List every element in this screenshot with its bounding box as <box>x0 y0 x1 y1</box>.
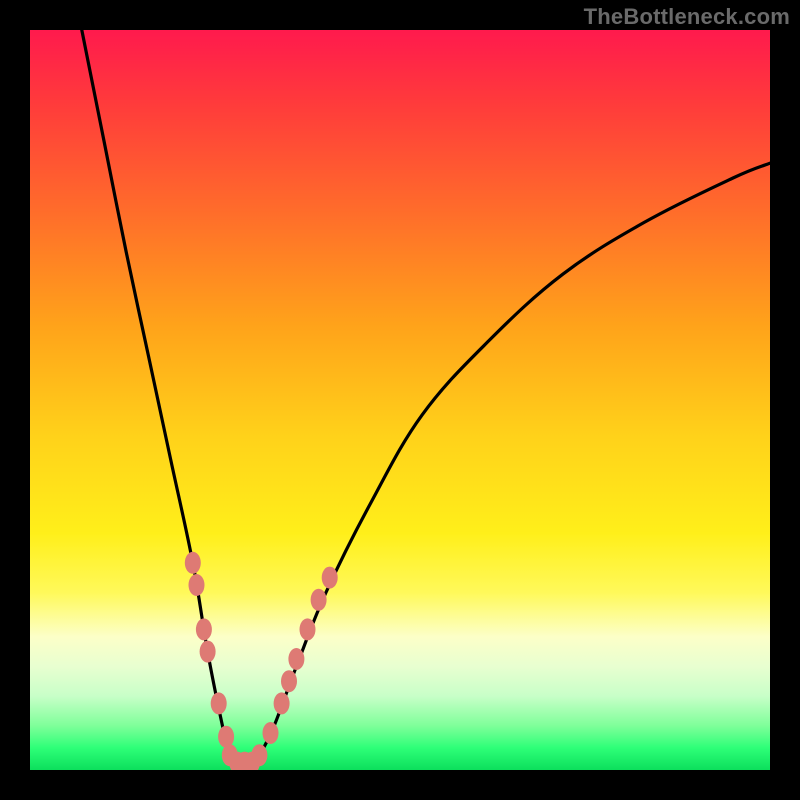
marker-dot <box>281 670 297 692</box>
marker-dot <box>189 574 205 596</box>
marker-dot <box>288 648 304 670</box>
marker-dot <box>274 692 290 714</box>
marker-dot <box>211 692 227 714</box>
marker-dots <box>185 552 338 770</box>
marker-dot <box>311 589 327 611</box>
marker-dot <box>263 722 279 744</box>
watermark-text: TheBottleneck.com <box>584 4 790 30</box>
plot-area <box>30 30 770 770</box>
marker-dot <box>196 618 212 640</box>
marker-dot <box>200 641 216 663</box>
bottleneck-curve <box>82 30 770 764</box>
chart-frame: TheBottleneck.com <box>0 0 800 800</box>
marker-dot <box>251 744 267 766</box>
marker-dot <box>300 618 316 640</box>
marker-dot <box>185 552 201 574</box>
marker-dot <box>218 726 234 748</box>
marker-dot <box>322 567 338 589</box>
chart-svg <box>30 30 770 770</box>
